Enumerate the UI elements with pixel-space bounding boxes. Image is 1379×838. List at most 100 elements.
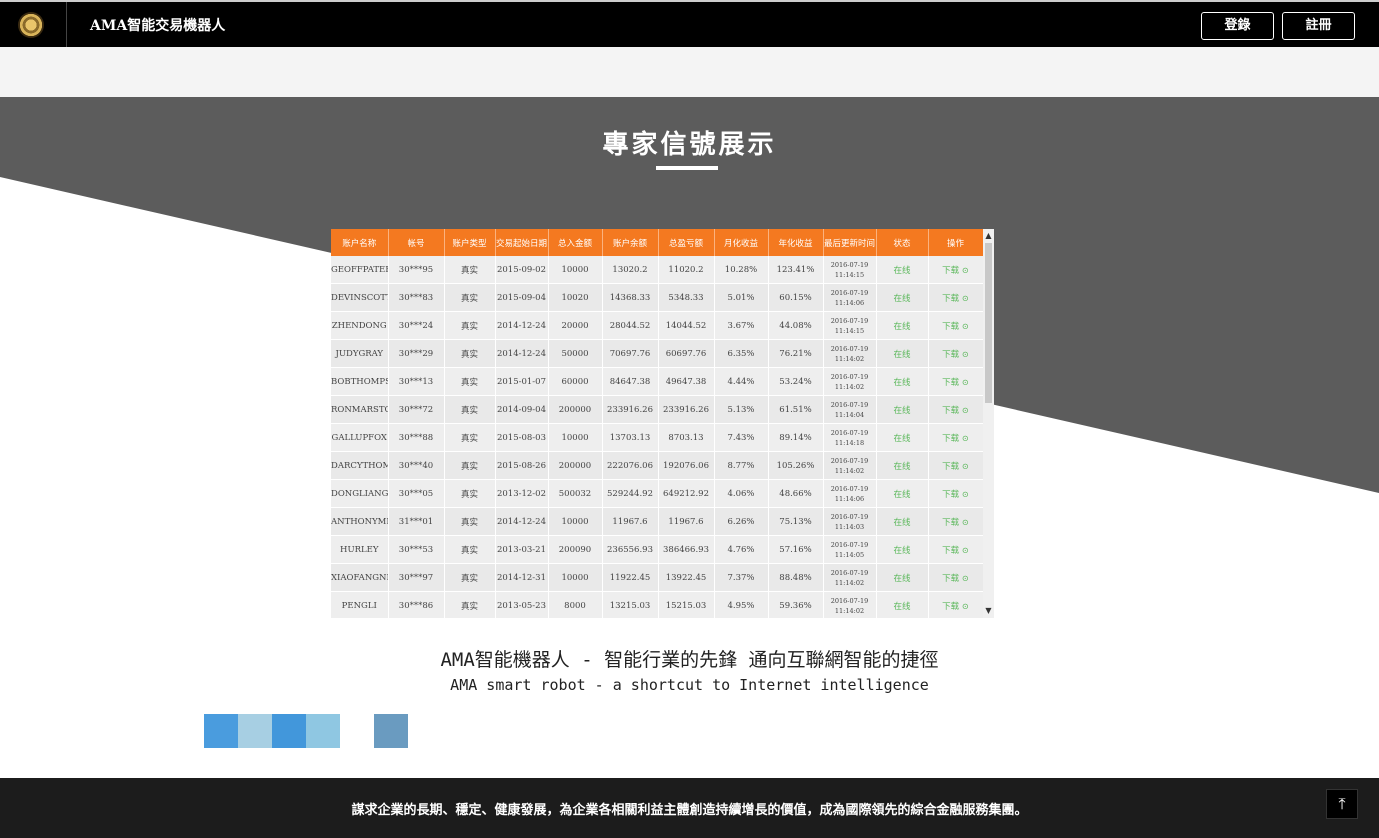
download-link[interactable]: 下载 ⊙ — [928, 395, 984, 424]
download-label[interactable]: 下载 — [942, 350, 959, 360]
play-circle-icon[interactable]: ⊙ — [959, 434, 969, 444]
color-swatch — [340, 714, 374, 748]
last-update-date: 2016-07-19 — [830, 540, 869, 549]
start-date-cell: 2013-03-21 — [495, 535, 549, 564]
play-circle-icon[interactable]: ⊙ — [959, 602, 969, 612]
account-type-cell: 真实 — [444, 395, 496, 424]
table-row: DARCYTHOMPSON30***40真实2015-08-2620000022… — [331, 451, 984, 480]
download-label[interactable]: 下载 — [942, 266, 959, 276]
last-update-cell: 2016-07-19 11:14:15 — [823, 256, 877, 284]
play-circle-icon[interactable]: ⊙ — [959, 490, 969, 500]
download-link[interactable]: 下载 ⊙ — [928, 535, 984, 564]
table-row: ANTHONYMILLER31***01真实2014-12-2410000119… — [331, 507, 984, 536]
status-cell: 在线 — [876, 283, 929, 312]
download-link[interactable]: 下载 ⊙ — [928, 563, 984, 592]
profit-cell: 649212.92 — [658, 479, 715, 508]
signal-table-container[interactable]: 账户名称 帐号 账户类型 交易起始日期 总入金额 账户余额 总盈亏额 月化收益 年化收益 最后更新… — [331, 229, 994, 618]
play-circle-icon[interactable]: ⊙ — [959, 322, 969, 332]
brand-name[interactable]: AMA智能交易機器人 — [90, 15, 225, 35]
profit-cell: 233916.26 — [658, 395, 715, 424]
login-button[interactable]: 登錄 — [1201, 12, 1274, 40]
status-cell: 在线 — [876, 451, 929, 480]
download-link[interactable]: 下载 ⊙ — [928, 339, 984, 368]
gold-emblem-icon[interactable] — [18, 12, 44, 38]
arrow-up-to-top-icon[interactable]: ⤒ — [1326, 789, 1358, 819]
start-date-cell: 2013-12-02 — [495, 479, 549, 508]
deposit-cell: 500032 — [548, 479, 603, 508]
tagline-chinese: AMA智能機器人 - 智能行業的先鋒 通向互聯網智能的捷徑 — [440, 649, 939, 671]
download-link[interactable]: 下载 ⊙ — [928, 256, 984, 284]
footer-mission-text: 謀求企業的長期、穩定、健康發展，為企業各相關利益主體創造持續增長的價值，成為國際… — [351, 803, 1028, 818]
scrollbar-thumb[interactable] — [985, 243, 992, 403]
last-update-time: 11:14:15 — [834, 326, 865, 335]
annual-return-cell: 75.13% — [768, 507, 824, 536]
account-type-cell: 真实 — [444, 283, 496, 312]
download-label[interactable]: 下载 — [942, 602, 959, 612]
table-body: GEOFFPATERSON30***95真实2015-09-0210000130… — [331, 256, 984, 618]
play-circle-icon[interactable]: ⊙ — [959, 350, 969, 360]
deposit-cell: 60000 — [548, 367, 603, 396]
annual-return-cell: 76.21% — [768, 339, 824, 368]
download-label[interactable]: 下载 — [942, 462, 959, 472]
column-header: 总盈亏额 — [658, 229, 715, 256]
play-circle-icon[interactable]: ⊙ — [959, 266, 969, 276]
profit-cell: 11020.2 — [658, 256, 715, 284]
account-name-cell: RONMARSTON — [331, 395, 389, 424]
column-header: 最后更新时间 — [823, 229, 877, 256]
table-header-row: 账户名称 帐号 账户类型 交易起始日期 总入金额 账户余额 总盈亏额 月化收益 年化收益 最后更新… — [331, 229, 984, 256]
balance-cell: 11922.45 — [602, 563, 659, 592]
download-label[interactable]: 下载 — [942, 490, 959, 500]
profit-cell: 49647.38 — [658, 367, 715, 396]
download-link[interactable]: 下载 ⊙ — [928, 283, 984, 312]
monthly-return-cell: 7.43% — [714, 423, 769, 452]
download-link[interactable]: 下载 ⊙ — [928, 507, 984, 536]
download-label[interactable]: 下载 — [942, 546, 959, 556]
table-scrollbar[interactable]: ▲ ▼ — [983, 229, 994, 618]
download-link[interactable]: 下载 ⊙ — [928, 311, 984, 340]
last-update-time: 11:14:04 — [834, 410, 865, 419]
download-label[interactable]: 下载 — [942, 406, 959, 416]
account-type-cell: 真实 — [444, 339, 496, 368]
download-label[interactable]: 下载 — [942, 574, 959, 584]
balance-cell: 14368.33 — [602, 283, 659, 312]
download-link[interactable]: 下载 ⊙ — [928, 367, 984, 396]
deposit-cell: 8000 — [548, 591, 603, 618]
column-header: 年化收益 — [768, 229, 824, 256]
download-label[interactable]: 下载 — [942, 378, 959, 388]
account-type-cell: 真实 — [444, 423, 496, 452]
download-label[interactable]: 下载 — [942, 518, 959, 528]
play-circle-icon[interactable]: ⊙ — [959, 406, 969, 416]
balance-cell: 529244.92 — [602, 479, 659, 508]
play-circle-icon[interactable]: ⊙ — [959, 378, 969, 388]
profit-cell: 13922.45 — [658, 563, 715, 592]
last-update-date: 2016-07-19 — [830, 484, 869, 493]
download-label[interactable]: 下载 — [942, 434, 959, 444]
balance-cell: 236556.93 — [602, 535, 659, 564]
play-circle-icon[interactable]: ⊙ — [959, 574, 969, 584]
account-number-cell: 30***13 — [388, 367, 445, 396]
download-label[interactable]: 下载 — [942, 294, 959, 304]
deposit-cell: 20000 — [548, 311, 603, 340]
register-button[interactable]: 註冊 — [1282, 12, 1355, 40]
balance-cell: 13703.13 — [602, 423, 659, 452]
last-update-time: 11:14:18 — [834, 438, 865, 447]
account-name-cell: ANTHONYMILLER — [331, 507, 389, 536]
last-update-date: 2016-07-19 — [830, 596, 869, 605]
download-link[interactable]: 下载 ⊙ — [928, 451, 984, 480]
download-link[interactable]: 下载 ⊙ — [928, 479, 984, 508]
deposit-cell: 10000 — [548, 256, 603, 284]
scroll-down-icon[interactable]: ▼ — [984, 605, 993, 617]
play-circle-icon[interactable]: ⊙ — [959, 294, 969, 304]
balance-cell: 13215.03 — [602, 591, 659, 618]
play-circle-icon[interactable]: ⊙ — [959, 518, 969, 528]
play-circle-icon[interactable]: ⊙ — [959, 462, 969, 472]
balance-cell: 222076.06 — [602, 451, 659, 480]
play-circle-icon[interactable]: ⊙ — [959, 546, 969, 556]
download-link[interactable]: 下载 ⊙ — [928, 591, 984, 618]
download-label[interactable]: 下载 — [942, 322, 959, 332]
account-number-cell: 30***72 — [388, 395, 445, 424]
table-row: GALLUPFOX 30***88 真实 2015-08-03 10000 13703.1… — [331, 423, 984, 452]
scroll-up-icon[interactable]: ▲ — [984, 230, 993, 242]
table-row: HURLEY 30***53 真实 2013-03-21 200090 236556.93… — [331, 535, 984, 564]
download-link[interactable]: 下载 ⊙ — [928, 423, 984, 452]
